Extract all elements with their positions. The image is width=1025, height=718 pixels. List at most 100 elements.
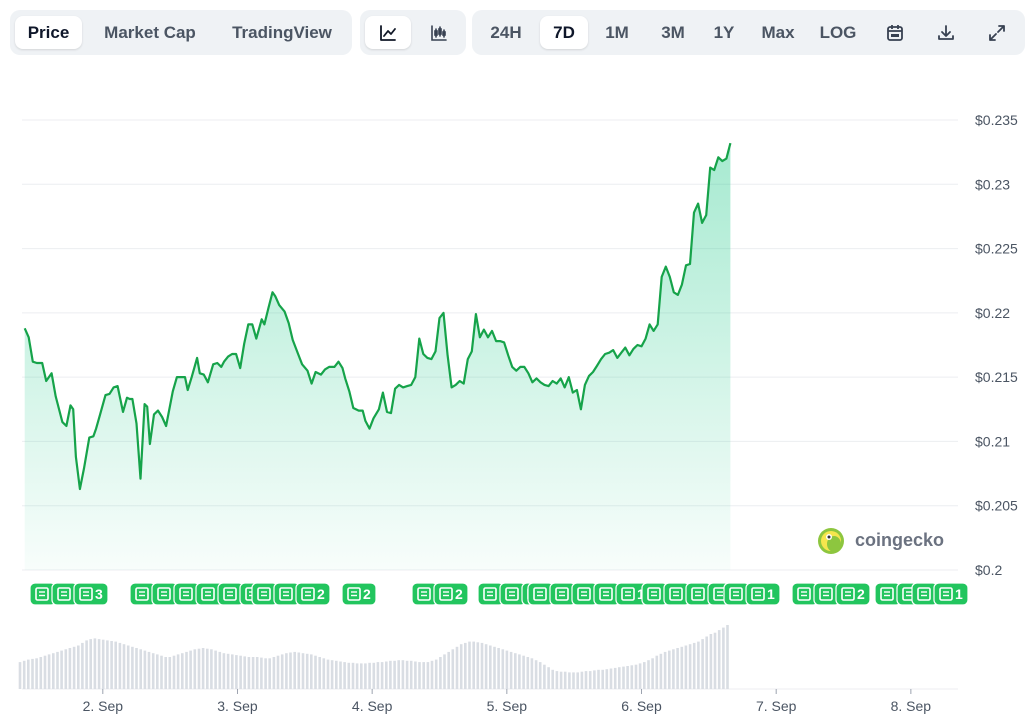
news-badge-group[interactable]: 2 (251, 582, 331, 606)
volume-bar (239, 655, 242, 689)
volume-bar (243, 656, 246, 689)
x-tick-label: 7. Sep (756, 698, 797, 714)
news-badge[interactable] (933, 582, 969, 606)
news-badge-group[interactable]: 1 (911, 582, 969, 606)
news-badge[interactable] (73, 582, 109, 606)
volume-bar (626, 666, 629, 689)
volume-bar (401, 660, 405, 689)
volume-bar (480, 642, 484, 689)
volume-bar (372, 662, 376, 689)
volume-bar (176, 654, 180, 689)
y-tick-label: $0.21 (975, 433, 1010, 449)
volume-bar (588, 671, 592, 689)
volume-bar (56, 651, 59, 689)
volume-bar (326, 659, 330, 689)
volume-bar (193, 649, 197, 689)
volume-bar (451, 649, 455, 689)
news-badge-group[interactable]: 2 (341, 582, 377, 606)
news-badge-group[interactable]: 1 (723, 582, 781, 606)
volume-bar (651, 658, 654, 689)
volume-bar (551, 669, 554, 689)
volume-bar (85, 640, 88, 689)
volume-bar (52, 653, 55, 689)
volume-bar (89, 639, 92, 689)
news-count: 1 (767, 586, 775, 602)
volume-bar (518, 654, 521, 689)
news-badge[interactable] (295, 582, 331, 606)
volume-bar (468, 641, 471, 689)
volume-bar (156, 654, 159, 689)
volume-bar (276, 655, 280, 689)
volume-bar (335, 660, 338, 689)
volume-bar (268, 658, 271, 689)
volume-bar (434, 659, 438, 689)
volume-bar (630, 665, 634, 689)
volume-bar (131, 646, 134, 689)
news-badge[interactable] (341, 582, 377, 606)
volume-bar (368, 662, 371, 689)
volume-bar (214, 650, 217, 689)
volume-bar (255, 657, 259, 689)
volume-bar (568, 672, 571, 689)
volume-bar (347, 662, 351, 689)
volume-bar (218, 651, 222, 689)
news-badge[interactable] (433, 582, 469, 606)
volume-bar (168, 657, 172, 689)
volume-bar (443, 654, 446, 689)
volume-bar (409, 660, 413, 689)
volume-bar (397, 660, 400, 689)
volume-bar (668, 650, 671, 689)
volume-bar (472, 641, 475, 689)
volume-bar (106, 640, 109, 689)
news-badge[interactable] (745, 582, 781, 606)
volume-bar (697, 641, 700, 689)
volume-bar (380, 662, 384, 689)
news-count: 2 (455, 586, 463, 602)
news-badges: 3212222111221 (29, 582, 969, 606)
news-count: 2 (363, 586, 371, 602)
volume-bar (68, 648, 72, 689)
volume-bar (484, 644, 488, 689)
news-badge[interactable] (835, 582, 871, 606)
volume-bar (692, 642, 696, 689)
volume-bar (181, 653, 184, 689)
volume-bar (39, 657, 43, 689)
volume-bar (709, 634, 713, 689)
y-tick-label: $0.22 (975, 305, 1010, 321)
news-badge-group[interactable]: 2 (411, 582, 469, 606)
news-count: 1 (955, 586, 963, 602)
volume-bar (360, 663, 363, 689)
volume-bar (593, 670, 596, 689)
news-badge-group[interactable]: 1 (527, 582, 651, 606)
volume-bar (355, 663, 359, 689)
volume-bar (330, 660, 334, 689)
volume-bar (197, 648, 201, 689)
price-chart[interactable]: $0.235$0.23$0.225$0.22$0.215$0.21$0.205$… (0, 0, 1025, 718)
volume-bar (22, 660, 26, 689)
volume-bar (385, 661, 388, 689)
volume-bar (459, 644, 463, 689)
volume-bar (206, 648, 209, 689)
volume-bar (185, 651, 188, 689)
news-badge-group[interactable]: 3 (29, 582, 109, 606)
volume-bar (605, 669, 609, 689)
volume-bar (493, 646, 496, 689)
volume-bar (688, 644, 692, 689)
volume-bar (389, 660, 392, 689)
volume-bar (31, 658, 34, 689)
volume-bar (289, 652, 292, 689)
news-badge-group[interactable]: 2 (129, 582, 231, 606)
volume-bar (93, 638, 97, 689)
volume-bar (576, 672, 579, 689)
volume-bar (597, 669, 600, 689)
volume-bar (464, 642, 467, 689)
news-badge-group[interactable]: 2 (791, 582, 871, 606)
volume-bar (293, 651, 296, 689)
volume-bar (705, 636, 708, 689)
volume-bar (618, 667, 621, 689)
volume-bar (189, 650, 192, 689)
volume-bar (151, 653, 155, 689)
news-count: 2 (317, 586, 325, 602)
volume-bar (643, 662, 646, 689)
volume-bar (580, 671, 584, 689)
